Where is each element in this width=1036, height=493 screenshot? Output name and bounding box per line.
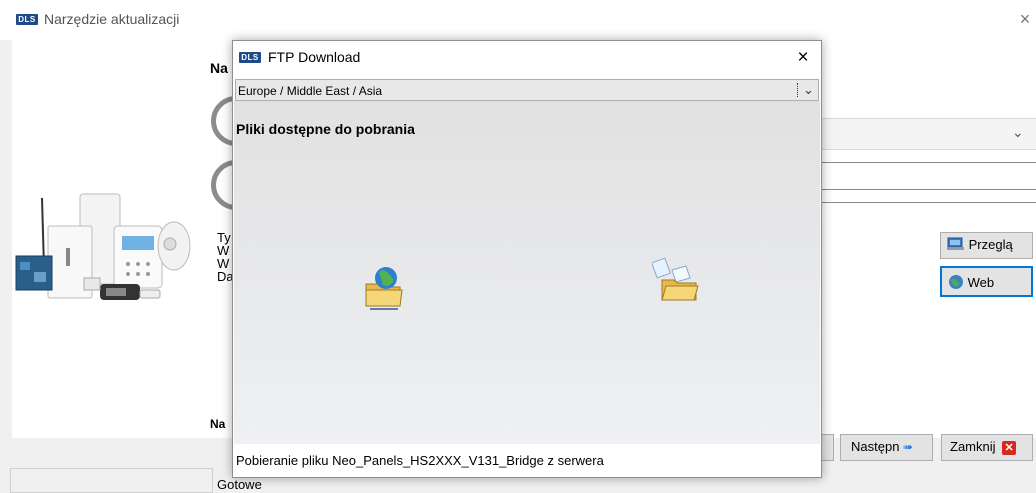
main-dropdown[interactable] xyxy=(818,118,1036,150)
browse-button-label: Przeglą xyxy=(968,237,1013,252)
status-bar-text: Gotowe xyxy=(217,477,262,492)
folder-documents-icon xyxy=(651,256,700,302)
web-button-label: Web xyxy=(967,275,995,290)
main-field-underline xyxy=(818,202,1036,203)
product-image-panel xyxy=(12,58,204,438)
chevron-down-icon[interactable]: ⌄ xyxy=(1012,124,1024,141)
ftp-close-button[interactable]: × xyxy=(790,44,816,72)
browse-icon xyxy=(947,237,964,250)
region-select-divider xyxy=(797,83,798,97)
main-close-button[interactable]: × xyxy=(1014,6,1036,32)
main-app-logo: DLS xyxy=(16,14,38,25)
ftp-heading: Pliki dostępne do pobrania xyxy=(236,121,415,137)
status-bar-panel xyxy=(10,468,213,493)
next-button-label: Następn xyxy=(851,439,900,454)
main-window-title: Narzędzie aktualizacji xyxy=(44,11,180,27)
main-heading-fragment: Na xyxy=(210,60,228,76)
bottom-label-fragment: Na xyxy=(210,417,226,431)
region-select-value[interactable]: Europe / Middle East / Asia xyxy=(238,84,382,98)
chevron-down-icon[interactable]: ⌄ xyxy=(803,82,814,98)
back-button-edge[interactable] xyxy=(822,434,834,461)
close-button-label: Zamknij xyxy=(950,439,996,454)
browse-button[interactable]: Przeglą xyxy=(940,232,1033,259)
ftp-app-logo: DLS xyxy=(239,52,261,63)
ftp-body xyxy=(234,101,820,444)
next-button[interactable]: Następn ➠ xyxy=(840,434,933,461)
ftp-dialog-title: FTP Download xyxy=(268,49,361,65)
ftp-status-text: Pobieranie pliku Neo_Panels_HS2XXX_V131_… xyxy=(236,453,604,468)
product-image xyxy=(15,193,191,300)
arrow-right-icon: ➠ xyxy=(903,440,914,454)
web-button[interactable]: Web xyxy=(940,266,1033,297)
close-button[interactable]: Zamknij ✕ xyxy=(941,434,1033,461)
globe-folder-icon xyxy=(364,262,404,310)
close-x-icon: ✕ xyxy=(1002,440,1017,455)
main-text-field[interactable] xyxy=(818,162,1036,190)
web-globe-icon xyxy=(949,275,963,289)
